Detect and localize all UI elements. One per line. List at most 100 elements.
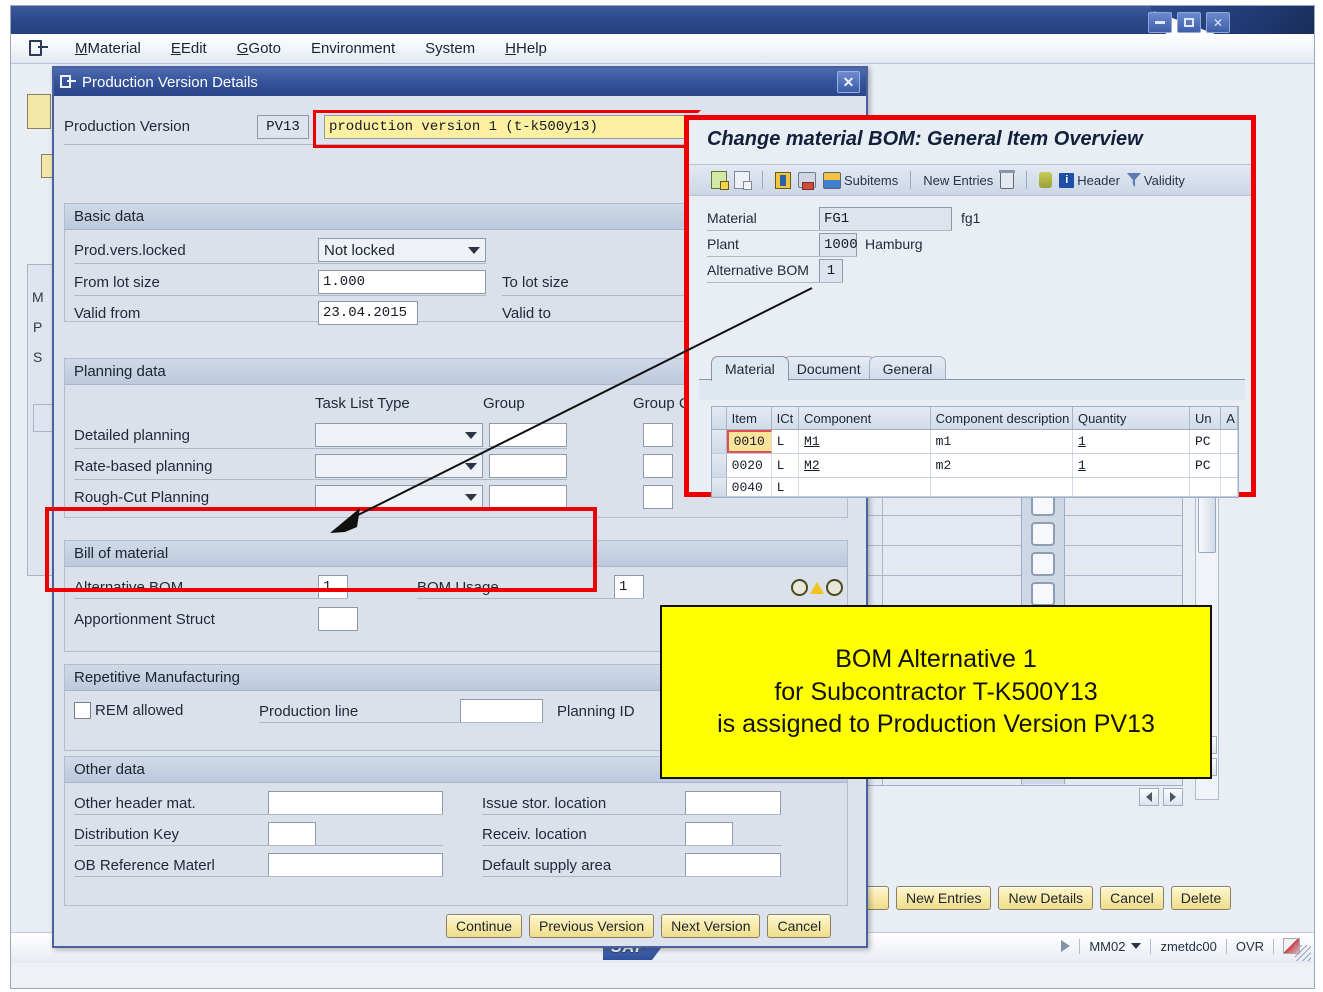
issue-stor-location-input[interactable] (685, 791, 781, 815)
print-icon[interactable] (798, 172, 816, 188)
cell-item[interactable]: 0040 (727, 478, 772, 496)
new-details-button[interactable]: New Details (998, 886, 1093, 910)
menu-item-environment[interactable]: Environment (311, 40, 395, 57)
cell-ict[interactable]: L (772, 430, 799, 453)
cell-unit[interactable]: PC (1190, 430, 1221, 453)
cell-item[interactable]: 0020 (727, 454, 772, 477)
apportionment-struct-input[interactable] (318, 607, 358, 631)
cell-ict[interactable]: L (772, 478, 799, 496)
ob-reference-materl-input[interactable] (268, 853, 443, 877)
detailed-planning-group-counter[interactable] (643, 423, 673, 447)
continue-button[interactable]: Continue (446, 914, 522, 938)
alternative-bom-input[interactable]: 1 (318, 575, 348, 599)
cell-item[interactable]: 0010 (727, 430, 772, 453)
tab-document[interactable]: Document (783, 356, 875, 381)
default-supply-area-input[interactable] (685, 853, 781, 877)
cell-a[interactable] (1221, 478, 1238, 496)
table-row[interactable]: 0010 L M1 m1 1 PC (712, 430, 1238, 454)
rate-based-planning-task-list-type[interactable] (315, 454, 483, 478)
bom-material-input[interactable]: FG1 (819, 207, 952, 231)
document-icon[interactable] (734, 171, 750, 189)
cell-description[interactable]: m1 (931, 430, 1073, 453)
production-line-input[interactable] (460, 699, 543, 723)
production-version-key[interactable]: PV13 (257, 115, 309, 139)
delete-button[interactable]: Delete (1171, 886, 1231, 910)
cell-quantity[interactable] (1073, 478, 1190, 496)
rate-based-planning-group[interactable] (489, 454, 567, 478)
rough-cut-planning-group[interactable] (489, 485, 567, 509)
receiv-location-input[interactable] (685, 822, 733, 846)
new-entries-button[interactable]: New Entries (896, 886, 991, 910)
bookmark-icon[interactable] (775, 172, 791, 189)
cell-component[interactable]: M2 (799, 454, 931, 477)
menu-item-material[interactable]: MMaterial (75, 40, 141, 57)
new-entries-button[interactable]: New Entries (923, 173, 993, 188)
maximize-icon[interactable] (1177, 12, 1201, 33)
validity-button[interactable]: Validity (1127, 173, 1185, 188)
cell-a[interactable] (1221, 454, 1238, 477)
distribution-key-input[interactable] (268, 822, 316, 846)
rem-allowed-checkbox[interactable] (74, 702, 91, 719)
cell-description[interactable]: m2 (931, 454, 1073, 477)
background-checkbox[interactable] (1031, 552, 1055, 576)
dialog-close-button[interactable]: ✕ (837, 71, 860, 93)
col-a[interactable]: A (1221, 407, 1238, 429)
chevron-down-icon[interactable] (1131, 943, 1141, 949)
scroll-right-button[interactable] (1163, 788, 1183, 806)
detailed-planning-group[interactable] (489, 423, 567, 447)
other-header-mat-input[interactable] (268, 791, 443, 815)
table-row[interactable]: 0040 L (712, 478, 1238, 497)
cell-quantity[interactable]: 1 (1073, 454, 1190, 477)
table-row[interactable]: 0020 L M2 m2 1 PC (712, 454, 1238, 478)
cell-component[interactable] (799, 478, 931, 496)
header-button[interactable]: i Header (1059, 173, 1120, 188)
exit-icon[interactable] (29, 40, 49, 57)
cell-a[interactable] (1221, 430, 1238, 453)
minimize-icon[interactable] (1148, 12, 1172, 33)
col-component[interactable]: Component (799, 407, 931, 429)
col-quantity[interactable]: Quantity (1073, 407, 1190, 429)
bom-alternative-input[interactable]: 1 (819, 259, 843, 283)
close-icon[interactable]: ✕ (1206, 12, 1230, 33)
from-lot-size-input[interactable]: 1.000 (318, 270, 486, 294)
bom-plant-input[interactable]: 1000 (819, 233, 857, 257)
col-item[interactable]: Item (727, 407, 772, 429)
previous-version-button[interactable]: Previous Version (529, 914, 654, 938)
scroll-left-button[interactable] (1139, 788, 1159, 806)
detailed-planning-task-list-type[interactable] (315, 423, 483, 447)
cell-unit[interactable] (1190, 478, 1221, 496)
background-checkbox[interactable] (1031, 522, 1055, 546)
prod-vers-locked-dropdown[interactable]: Not locked (318, 238, 486, 262)
resize-grip[interactable] (1295, 945, 1311, 961)
col-unit[interactable]: Un (1190, 407, 1221, 429)
rate-based-planning-group-counter[interactable] (643, 454, 673, 478)
background-checkbox[interactable] (1031, 582, 1055, 606)
window-controls[interactable]: ✕ (1148, 12, 1230, 33)
component-link[interactable]: M1 (804, 434, 820, 449)
menu-item-goto[interactable]: GGoto (237, 40, 281, 57)
display-change-icon[interactable] (711, 171, 727, 189)
next-version-button[interactable]: Next Version (661, 914, 760, 938)
rough-cut-planning-group-counter[interactable] (643, 485, 673, 509)
cell-unit[interactable]: PC (1190, 454, 1221, 477)
rough-cut-planning-task-list-type[interactable] (315, 485, 483, 509)
dna-icon[interactable] (1039, 172, 1052, 188)
menu-item-help[interactable]: HHelp (505, 40, 547, 57)
cell-quantity[interactable]: 1 (1073, 430, 1190, 453)
tab-general[interactable]: General (869, 356, 947, 381)
delete-icon[interactable] (1000, 172, 1014, 189)
col-component-description[interactable]: Component description (931, 407, 1073, 429)
menu-item-edit[interactable]: EEdit (171, 40, 207, 57)
cell-description[interactable] (931, 478, 1073, 496)
cancel-button[interactable]: Cancel (767, 914, 831, 938)
status-play-icon[interactable] (1061, 940, 1070, 952)
cell-component[interactable]: M1 (799, 430, 931, 453)
tab-material[interactable]: Material (711, 356, 789, 381)
subitems-button[interactable]: Subitems (823, 172, 898, 189)
cancel-button[interactable]: Cancel (1100, 886, 1164, 910)
valid-from-input[interactable]: 23.04.2015 (318, 301, 418, 325)
col-ict[interactable]: ICt (772, 407, 799, 429)
rem-allowed-checkbox-wrap[interactable]: REM allowed (74, 702, 183, 719)
bom-usage-input[interactable]: 1 (614, 575, 644, 599)
menu-item-system[interactable]: System (425, 40, 475, 57)
